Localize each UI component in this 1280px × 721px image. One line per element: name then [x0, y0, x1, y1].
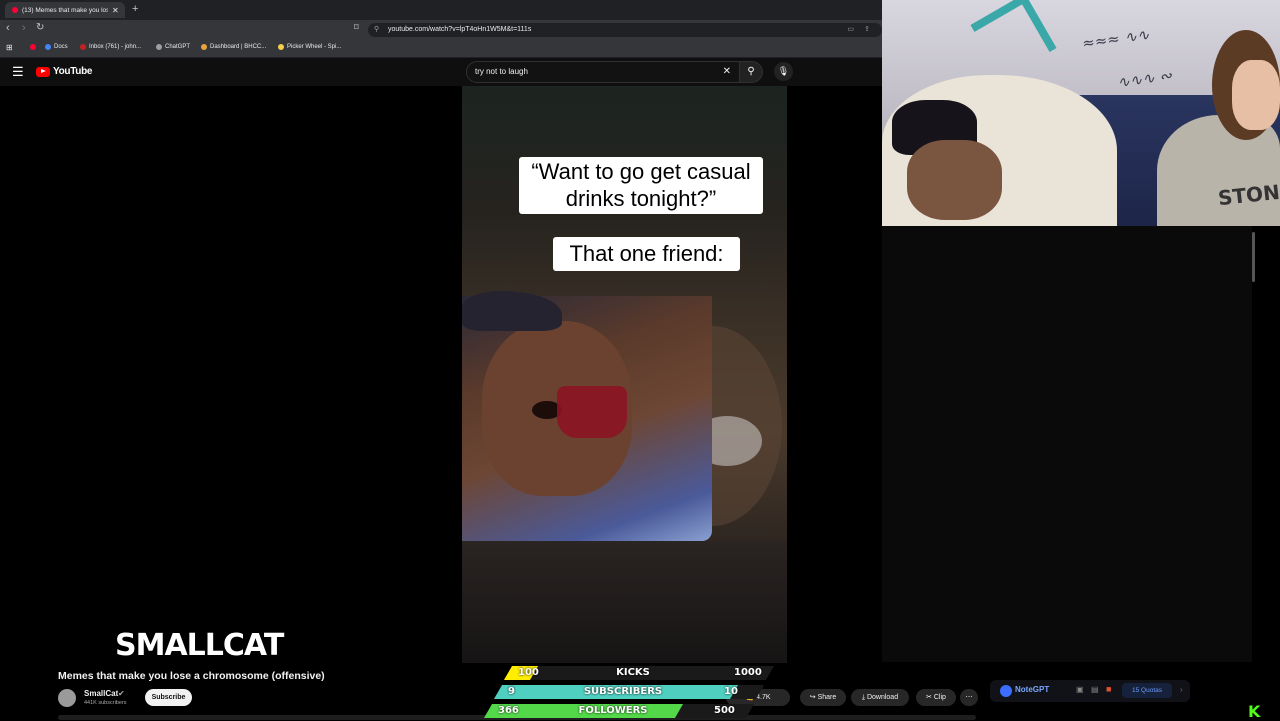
share-page-icon[interactable]: ⇪ — [864, 23, 870, 37]
youtube-logo[interactable]: YouTube — [36, 66, 93, 77]
goal-target: 500 — [714, 705, 735, 716]
google-icon — [45, 44, 51, 50]
back-icon[interactable]: ‹ — [6, 22, 10, 34]
goal-current: 366 — [498, 705, 519, 716]
goal-current: 9 — [508, 686, 515, 697]
goal-target: 1000 — [734, 667, 762, 678]
video-title: Memes that make you lose a chromosome (o… — [58, 670, 325, 682]
download-button[interactable]: ⤓ Download — [851, 689, 909, 706]
download-icon: ⤓ — [861, 694, 865, 701]
share-button[interactable]: ↪ Share — [800, 689, 846, 706]
bookmark-docs[interactable]: Docs — [45, 44, 68, 50]
bookmark-dashboard[interactable]: Dashboard | BHCC... — [201, 44, 266, 50]
video-lower-frame — [462, 541, 787, 663]
notegpt-logo-icon — [1000, 685, 1012, 697]
chatgpt-icon — [156, 44, 162, 50]
address-url: youtube.com/watch?v=lpT4oHn1W5M&t=111s — [388, 26, 532, 33]
quota-badge[interactable]: 15 Quotas — [1122, 683, 1172, 698]
search-input[interactable]: try not to laugh ✕ — [466, 61, 740, 83]
goal-label: FOLLOWERS — [578, 705, 648, 716]
voice-search-button[interactable]: 🎙 — [774, 62, 793, 81]
search-query: try not to laugh — [475, 67, 528, 76]
site-info-icon[interactable]: ⚲ — [374, 23, 379, 37]
address-bar[interactable]: ⚲ youtube.com/watch?v=lpT4oHn1W5M&t=111s… — [368, 23, 882, 37]
microphone-icon: 🎙 — [777, 66, 790, 76]
wheel-icon — [278, 44, 284, 50]
bookmark-youtube[interactable] — [30, 44, 36, 50]
dashboard-icon — [201, 44, 207, 50]
more-icon: ⋯ — [965, 694, 973, 701]
drink-cup — [557, 386, 627, 438]
clear-search-icon[interactable]: ✕ — [723, 62, 731, 82]
reload-icon[interactable]: ↻ — [36, 22, 44, 33]
webcam-overlay: ≈≈≈ ∿∿ ∿∿∿ ∾ STON — [882, 0, 1280, 226]
video-player[interactable]: “Want to go get casual drinks tonight?” … — [462, 86, 787, 663]
gift-icon[interactable]: ■ — [1106, 684, 1111, 694]
meme-caption-bottom: That one friend: — [553, 237, 740, 271]
kick-logo: K — [1248, 702, 1260, 721]
meme-caption-top: “Want to go get casual drinks tonight?” — [519, 157, 763, 214]
bookmark-icon[interactable]: ⌑ — [354, 22, 359, 33]
scrollbar-track[interactable] — [1252, 226, 1280, 720]
close-tab-icon[interactable]: ✕ — [112, 6, 119, 15]
verified-icon: ✔ — [118, 689, 125, 698]
subtitle-icon[interactable]: ▣ — [1076, 685, 1084, 694]
goal-target: 10 — [724, 686, 738, 697]
youtube-favicon-icon — [12, 7, 18, 13]
bookmark-picker-wheel[interactable]: Picker Wheel - Spi... — [278, 44, 341, 50]
notegpt-label: NoteGPT — [1015, 685, 1050, 694]
notegpt-extension-bar[interactable]: NoteGPT ▣ ▤ ■ 15 Quotas › — [990, 680, 1190, 702]
channel-name[interactable]: SmallCat — [84, 689, 118, 698]
cast-icon[interactable]: ▭ — [847, 23, 854, 37]
sidebar-area — [882, 226, 1252, 662]
bookmark-chatgpt[interactable]: ChatGPT — [156, 44, 190, 50]
bookmark-inbox[interactable]: Inbox (761) - john... — [80, 44, 141, 50]
stream-goals-overlay: 100 KICKS 1000 9 SUBSCRIBERS 10 366 FOLLOWERS 50… — [470, 663, 790, 720]
streamer-name-overlay: SMALLCAT — [115, 628, 284, 663]
browser-tab-title: (13) Memes that make you lose — [22, 6, 108, 14]
goal-current: 100 — [518, 667, 539, 678]
person-right-face — [1232, 60, 1280, 130]
subscribe-button[interactable]: Subscribe — [145, 689, 192, 706]
search-icon: ⚲ — [747, 66, 755, 77]
outlook-icon — [80, 44, 86, 50]
chevron-right-icon[interactable]: › — [1180, 685, 1183, 694]
youtube-play-icon — [36, 66, 50, 77]
screenshot-icon[interactable]: ▤ — [1091, 685, 1099, 694]
goal-label: KICKS — [616, 667, 650, 678]
search-button[interactable]: ⚲ — [739, 61, 763, 83]
clip-button[interactable]: ✂ Clip — [916, 689, 956, 706]
forward-icon[interactable]: › — [22, 22, 26, 34]
share-icon: ↪ — [809, 694, 816, 701]
goal-label: SUBSCRIBERS — [583, 686, 663, 697]
new-tab-button[interactable]: + — [132, 3, 138, 15]
scissors-icon: ✂ — [926, 694, 932, 701]
more-actions-button[interactable]: ⋯ — [960, 689, 978, 706]
browser-tab[interactable]: (13) Memes that make you lose ✕ — [5, 2, 125, 18]
channel-avatar[interactable] — [58, 689, 76, 707]
hamburger-menu-icon[interactable]: ☰ — [12, 64, 24, 80]
person-left-face — [907, 140, 1002, 220]
scrollbar-thumb[interactable] — [1252, 232, 1255, 282]
apps-grid-icon[interactable]: ⊞ — [6, 43, 13, 52]
youtube-bookmark-icon — [30, 44, 36, 50]
subscriber-count: 441K subscribers — [84, 700, 127, 706]
